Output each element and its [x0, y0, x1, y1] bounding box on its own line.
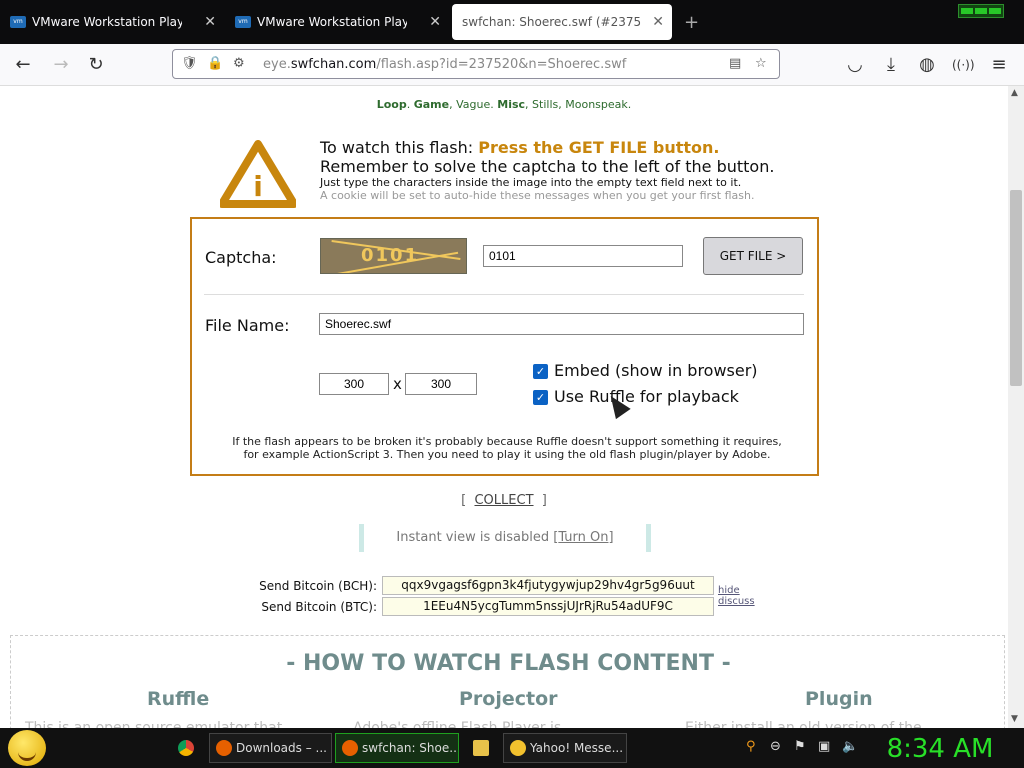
ruffle-heading: Ruffle	[147, 688, 210, 710]
dimension-x: x	[393, 375, 402, 393]
collect-section: [ COLLECT ]	[461, 493, 547, 508]
how-to-title: - HOW TO WATCH FLASH CONTENT -	[286, 651, 731, 676]
width-input[interactable]	[319, 373, 389, 395]
yahoo-smiley-icon	[510, 740, 526, 756]
scroll-up-icon[interactable]: ▲	[1011, 88, 1018, 98]
collect-link[interactable]: COLLECT	[474, 493, 533, 508]
permissions-icon[interactable]: ⚙	[233, 56, 245, 71]
scroll-thumb[interactable]	[1010, 190, 1022, 386]
tab-title: VMware Workstation Player | VMware	[32, 15, 182, 29]
vmware-icon: vm	[235, 16, 251, 28]
ruffle-label[interactable]: Use Ruffle for playback	[554, 387, 739, 406]
nav-misc[interactable]: Misc	[497, 98, 525, 111]
ruffle-note: If the flash appears to be broken it's p…	[232, 435, 782, 461]
tab-bar: vm VMware Workstation Player | VMware ✕ …	[0, 0, 1024, 44]
clock[interactable]: 8:34 AM	[870, 733, 1010, 765]
shield-icon[interactable]: 🛡	[181, 56, 198, 71]
embed-checkbox[interactable]: ✓	[533, 364, 548, 379]
vmware-icon: vm	[10, 16, 26, 28]
captcha-input[interactable]	[483, 245, 683, 267]
filename-input[interactable]	[319, 313, 804, 335]
ruffle-text: This is an open source emulator that	[25, 720, 283, 728]
discuss-link[interactable]: discuss	[718, 596, 755, 607]
new-tab-button[interactable]: +	[684, 12, 699, 33]
instruction-line-2: Remember to solve the captcha to the lef…	[320, 157, 775, 176]
reload-icon[interactable]: ↻	[85, 54, 107, 76]
close-icon[interactable]: ✕	[652, 14, 664, 30]
navigation-bar: ← → ↻ 🛡 🔒 ⚙ eye.swfchan.com/flash.asp?id…	[0, 44, 1024, 86]
nav-vague[interactable]: Vague	[456, 98, 490, 111]
task-yahoo-messenger[interactable]: Yahoo! Messe...	[503, 733, 627, 763]
bch-label: Send Bitcoin (BCH):	[259, 579, 377, 593]
projector-text: Adobe's offline Flash Player is	[353, 720, 562, 728]
downloads-icon[interactable]: ⤓	[880, 54, 902, 76]
how-to-section: - HOW TO WATCH FLASH CONTENT - Ruffle Pr…	[10, 635, 1005, 728]
lock-icon[interactable]: 🔒	[207, 56, 223, 71]
account-icon[interactable]: ◍	[916, 54, 938, 76]
nav-stills[interactable]: Stills	[532, 98, 558, 111]
folder-icon[interactable]	[473, 740, 489, 756]
minus-circle-icon[interactable]: ⊖	[770, 739, 781, 754]
tab-title: VMware Workstation Player - VMware	[257, 15, 407, 29]
nav-moonspeak[interactable]: Moonspeak	[565, 98, 628, 111]
volume-icon[interactable]: 🔈	[842, 739, 858, 754]
reader-view-icon[interactable]: ▤	[729, 56, 741, 71]
btc-label: Send Bitcoin (BTC):	[261, 600, 377, 614]
close-icon[interactable]: ✕	[204, 14, 216, 30]
tab-swfchan[interactable]: swfchan: Shoerec.swf (#237520) ✕	[452, 4, 672, 40]
start-smiley-icon[interactable]	[8, 730, 46, 766]
url-text[interactable]: eye.swfchan.com/flash.asp?id=237520&n=Sh…	[263, 57, 626, 72]
task-downloads[interactable]: Downloads – ...	[209, 733, 332, 763]
plugin-heading: Plugin	[805, 688, 873, 710]
captcha-label: Captcha:	[205, 248, 277, 267]
svg-text:i: i	[253, 170, 263, 203]
url-bar[interactable]: 🛡 🔒 ⚙ eye.swfchan.com/flash.asp?id=23752…	[172, 49, 780, 79]
category-nav: Loop. Game, Vague. Misc, Stills, Moonspe…	[376, 98, 632, 111]
page-content: Loop. Game, Vague. Misc, Stills, Moonspe…	[0, 86, 1008, 728]
bch-address[interactable]: qqx9vgagsf6gpn3k4fjutygywjup29hv4gr5g96u…	[382, 576, 714, 595]
page-scrollbar[interactable]: ▲ ▼	[1008, 86, 1024, 728]
bookmark-star-icon[interactable]: ☆	[755, 56, 767, 71]
ruffle-checkbox[interactable]: ✓	[533, 390, 548, 405]
hide-link[interactable]: hide	[718, 585, 740, 596]
firefox-icon	[216, 740, 232, 756]
instruction-line-4: A cookie will be set to auto-hide these …	[320, 189, 755, 202]
get-file-button[interactable]: GET FILE >	[703, 237, 803, 275]
task-swfchan[interactable]: swfchan: Shoe...	[335, 733, 459, 763]
flag-icon[interactable]: ⚑	[794, 739, 806, 754]
back-arrow-icon[interactable]: ←	[12, 54, 34, 76]
instant-view-notice: Instant view is disabled [Turn On]	[359, 524, 651, 552]
extension-icon[interactable]: ((·))	[952, 54, 975, 76]
close-icon[interactable]: ✕	[429, 14, 441, 30]
search-icon[interactable]: ⚲	[746, 739, 756, 754]
firefox-icon	[342, 740, 358, 756]
pocket-icon[interactable]: ◡	[844, 54, 866, 76]
window-controls[interactable]	[958, 4, 1004, 18]
scroll-down-icon[interactable]: ▼	[1011, 714, 1018, 724]
warning-icon: i	[220, 140, 296, 208]
chrome-icon[interactable]	[178, 740, 194, 756]
filename-label: File Name:	[205, 316, 290, 335]
plugin-text: Either install an old version of the	[685, 720, 922, 728]
menu-icon[interactable]: ≡	[988, 54, 1010, 76]
tab-title: swfchan: Shoerec.swf (#237520)	[462, 15, 642, 29]
embed-label[interactable]: Embed (show in browser)	[554, 361, 758, 380]
divider	[204, 294, 804, 295]
tab-vmware-2[interactable]: vm VMware Workstation Player - VMware ✕	[225, 4, 449, 40]
instructions: To watch this flash: Press the GET FILE …	[320, 138, 774, 202]
tab-vmware-1[interactable]: vm VMware Workstation Player | VMware ✕	[0, 4, 224, 40]
turn-on-link[interactable]: Turn On	[558, 530, 608, 545]
projector-heading: Projector	[459, 688, 558, 710]
forward-arrow-icon[interactable]: →	[50, 54, 72, 76]
get-file-form: Captcha: 0101 GET FILE > File Name: x ✓ …	[190, 217, 819, 476]
network-icon[interactable]: ▣	[818, 739, 830, 754]
nav-loop[interactable]: Loop	[377, 98, 407, 111]
instruction-line-3: Just type the characters inside the imag…	[320, 176, 742, 189]
instruction-line-1: To watch this flash: Press the GET FILE …	[320, 138, 720, 157]
nav-game[interactable]: Game	[414, 98, 449, 111]
height-input[interactable]	[405, 373, 477, 395]
captcha-image: 0101	[320, 238, 467, 274]
btc-address[interactable]: 1EEu4N5ycgTumm5nssjUJrRjRu54adUF9C	[382, 597, 714, 616]
